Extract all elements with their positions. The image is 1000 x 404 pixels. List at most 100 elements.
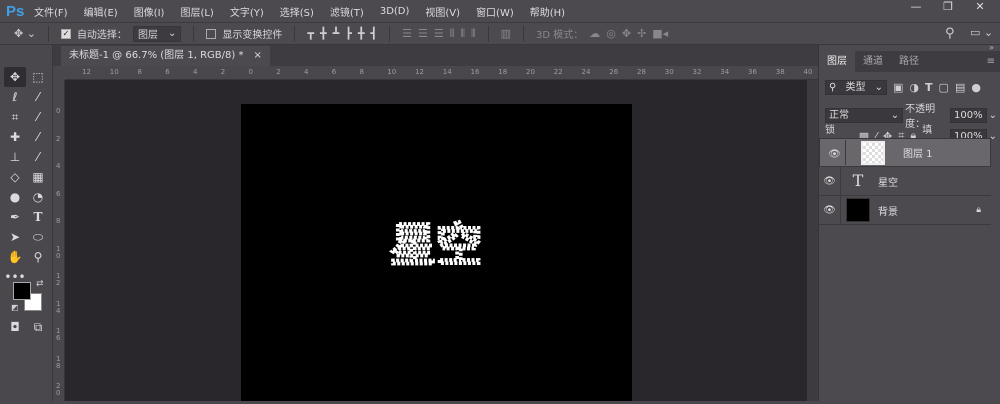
type-tool-icon[interactable]: T (27, 207, 49, 227)
visibility-eye-icon[interactable]: 👁︎ (819, 196, 841, 224)
menu-file[interactable]: 文件(F) (34, 4, 68, 19)
align-bottom-icon[interactable]: ┻ (333, 27, 340, 40)
menu-window[interactable]: 窗口(W) (476, 4, 514, 19)
3d-pan-icon[interactable]: ✥ (622, 27, 631, 40)
ruler-tick-label: 40 (803, 68, 813, 76)
blur-tool-icon[interactable]: ● (4, 187, 26, 207)
dodge-tool-icon[interactable]: ◔ (27, 187, 49, 207)
tab-channels[interactable]: 通道 (855, 51, 891, 72)
ruler-tick-label: 28 (637, 68, 646, 76)
zoom-tool-icon[interactable]: ⚲ (27, 247, 49, 267)
gradient-tool-icon[interactable]: ▦ (27, 167, 49, 187)
filter-toggle-icon[interactable]: ● (971, 81, 981, 94)
distribute-bottom-icon[interactable]: ☰ (434, 27, 444, 40)
close-tab-icon[interactable]: × (253, 46, 261, 66)
document-tab[interactable]: 未标题-1 @ 66.7% (图层 1, RGB/8) * × (61, 46, 270, 66)
auto-select-dropdown[interactable]: 图层 ⌄ (132, 25, 182, 42)
distribute-right-icon[interactable]: ⫴ (471, 27, 476, 41)
panel-menu-icon[interactable]: ≡ (987, 51, 995, 72)
align-left-icon[interactable]: ┣ (345, 27, 352, 40)
menu-image[interactable]: 图像(I) (134, 4, 165, 19)
menu-select[interactable]: 选择(S) (280, 4, 314, 19)
ruler-tick-label: 4 (193, 68, 198, 76)
move-tool-icon[interactable]: ✥ ⌄ (14, 27, 36, 40)
distribute-top-icon[interactable]: ☰ (402, 27, 412, 40)
menu-type[interactable]: 文字(Y) (230, 4, 264, 19)
search-icon[interactable]: ⚲ (945, 26, 955, 41)
shape-filter-icon[interactable]: ▢ (939, 81, 949, 94)
menu-view[interactable]: 视图(V) (425, 4, 460, 19)
foreground-color-swatch[interactable] (13, 282, 31, 300)
quick-mask-icon[interactable]: ◘ (4, 317, 26, 337)
distribute-hcenter-icon[interactable]: ⫴ (460, 27, 465, 41)
auto-select-checkbox[interactable]: ✓ (60, 28, 71, 39)
tab-layers[interactable]: 图层 (819, 51, 855, 72)
3d-scale-icon[interactable]: ■◂ (652, 27, 668, 40)
ruler-tick-label: 2 (220, 68, 226, 76)
smart-object-filter-icon[interactable]: ▤ (955, 81, 965, 94)
menu-layer[interactable]: 图层(L) (180, 4, 213, 19)
distribute-vcenter-icon[interactable]: ☰ (418, 27, 428, 40)
3d-slide-icon[interactable]: ✢ (637, 27, 646, 40)
screen-mode-icon[interactable]: ⧉ (27, 317, 49, 337)
path-select-icon[interactable]: ➤ (4, 227, 26, 247)
canvas-text: 星空 (390, 218, 482, 272)
canvas-workspace[interactable]: 星空 (65, 80, 807, 401)
eraser-icon[interactable]: ◇ (4, 167, 26, 187)
adjustment-filter-icon[interactable]: ◑ (909, 81, 919, 94)
minimize-button[interactable]: — (900, 0, 932, 16)
restore-button[interactable]: ❐ (932, 0, 964, 16)
layer-row[interactable]: 👁︎ 图层 1 (819, 138, 991, 167)
vertical-scrollbar[interactable] (807, 80, 818, 401)
menu-3d[interactable]: 3D(D) (380, 6, 410, 17)
chevron-down-icon: ⌄ (167, 28, 177, 39)
brush-tool-icon[interactable]: ⁄ (27, 127, 49, 147)
pixel-filter-icon[interactable]: ▣ (893, 81, 903, 94)
ruler-tick-label: 26 (609, 68, 619, 76)
ruler-tick-label: 10 (387, 68, 397, 76)
layer-filter-dropdown[interactable]: ⚲ 类型 ⌄ (825, 80, 887, 95)
menu-help[interactable]: 帮助(H) (530, 4, 565, 19)
hand-tool-icon[interactable]: ✋ (4, 247, 26, 267)
visibility-eye-icon[interactable]: 👁︎ (819, 167, 841, 195)
workspace-icon[interactable]: ▭ ⌄ (970, 26, 993, 39)
marquee-tool-icon[interactable]: ⬚ (27, 67, 49, 87)
close-button[interactable]: ✕ (964, 0, 996, 16)
chevron-down-icon[interactable]: ⌄ (989, 110, 997, 121)
layer-row[interactable]: 👁︎ T 星空 (819, 167, 991, 196)
menu-filter[interactable]: 滤镜(T) (330, 4, 364, 19)
magic-wand-icon[interactable]: ⁄ (27, 87, 49, 107)
move-tool-icon[interactable]: ✥ (4, 67, 26, 87)
tab-paths[interactable]: 路径 (891, 51, 927, 72)
document-canvas[interactable]: 星空 (241, 104, 632, 401)
swap-colors-icon[interactable]: ⇄ (36, 279, 44, 289)
healing-brush-icon[interactable]: ✚ (4, 127, 26, 147)
layer-row[interactable]: 👁︎ 背景 🔒︎ (819, 196, 991, 225)
align-hcenter-icon[interactable]: ╋ (358, 27, 365, 40)
clone-stamp-icon[interactable]: ⊥ (4, 147, 26, 167)
align-top-icon[interactable]: ┳ (307, 27, 314, 40)
auto-align-icon[interactable]: ▥ (501, 27, 511, 40)
text-selection-outline: 星空 (389, 217, 483, 273)
history-brush-icon[interactable]: ⁄ (27, 147, 49, 167)
ruler-tick-label: 22 (553, 68, 563, 76)
menu-edit[interactable]: 编辑(E) (84, 4, 118, 19)
vertical-ruler[interactable]: 0 2 4 6 8 10 12 14 16 18 20 (53, 80, 65, 401)
type-filter-icon[interactable]: T (925, 81, 933, 94)
visibility-eye-icon[interactable]: 👁︎ (824, 140, 846, 165)
align-right-icon[interactable]: ┫ (370, 27, 377, 40)
3d-roll-icon[interactable]: ◎ (606, 27, 616, 40)
show-transform-checkbox[interactable] (206, 28, 217, 39)
eyedropper-icon[interactable]: ⁄ (27, 107, 49, 127)
crop-tool-icon[interactable]: ⌗ (4, 107, 26, 127)
lasso-tool-icon[interactable]: ℓ (4, 87, 26, 107)
pen-tool-icon[interactable]: ✒ (4, 207, 26, 227)
distribute-left-icon[interactable]: ⫴ (450, 27, 455, 41)
default-colors-icon[interactable]: ◩ (11, 303, 19, 312)
chevron-down-icon: ⌄ (874, 82, 883, 93)
horizontal-ruler[interactable]: 12 10 8 6 4 2 0 2 4 6 8 10 12 14 16 18 20 22 24 26 28 30 32 34 3… (65, 66, 818, 80)
ellipse-tool-icon[interactable]: ⬭ (27, 227, 49, 247)
ruler-tick-label: 10 (109, 68, 119, 76)
align-vcenter-icon[interactable]: ╋ (320, 27, 327, 40)
3d-orbit-icon[interactable]: ☁ (589, 27, 600, 40)
